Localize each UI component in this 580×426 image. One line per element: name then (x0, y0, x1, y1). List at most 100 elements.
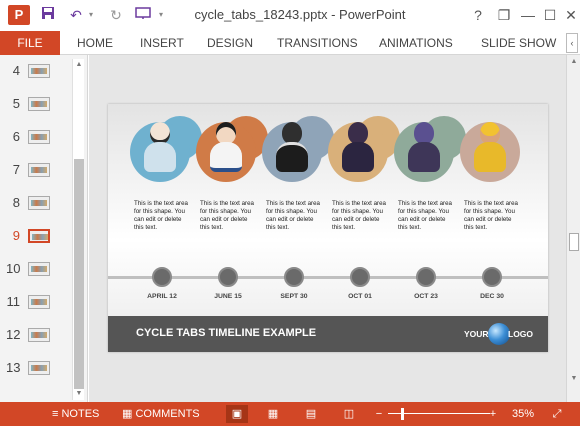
scrollbar-thumb[interactable] (74, 159, 84, 389)
reading-view-icon[interactable]: ▤ (300, 405, 322, 423)
maximize-icon[interactable]: ☐ (539, 5, 561, 25)
person-icon (144, 122, 176, 174)
thumbnail-scrollbar[interactable]: ▲ ▼ (72, 59, 84, 400)
scrollbar-thumb[interactable] (569, 233, 579, 251)
scroll-up-icon[interactable]: ▲ (73, 59, 85, 71)
logo-word-right: LOGO (508, 329, 534, 339)
timeline-dot (350, 267, 370, 287)
slide-number: 7 (12, 162, 20, 177)
window-title: cycle_tabs_18243.pptx - PowerPoint (194, 7, 406, 22)
slideshow-view-icon[interactable]: ◫ (338, 405, 360, 423)
slide-footer-title[interactable]: CYCLE TABS TIMELINE EXAMPLE (136, 327, 316, 339)
timeline-date[interactable]: JUNE 15 (198, 293, 258, 300)
slide-thumbnail-image (28, 196, 50, 210)
slot-text[interactable]: This is the text area for this shape. Yo… (134, 200, 190, 232)
editor-scrollbar[interactable]: ▲ ▼ (566, 55, 580, 402)
zoom-in-icon[interactable]: + (486, 405, 500, 423)
timeline-date[interactable]: APRIL 12 (132, 293, 192, 300)
zoom-slider-knob[interactable] (400, 408, 404, 420)
slot-text[interactable]: This is the text area for this shape. Yo… (200, 200, 256, 232)
slide-thumbnail-active[interactable]: 9 (0, 224, 72, 250)
powerpoint-logo-icon: P (8, 5, 30, 25)
slide-number: 10 (6, 261, 21, 276)
slot-text[interactable]: This is the text area for this shape. Yo… (266, 200, 322, 232)
slide-footer-band: CYCLE TABS TIMELINE EXAMPLE YOUR LOGO (108, 316, 548, 352)
tab-home[interactable]: HOME (77, 31, 113, 55)
timeline-dot (284, 267, 304, 287)
person-icon (342, 122, 374, 174)
tab-design[interactable]: DESIGN (207, 31, 253, 55)
timeline-date[interactable]: DEC 30 (462, 293, 522, 300)
redo-icon[interactable]: ↻ (108, 5, 124, 25)
save-icon[interactable] (40, 5, 56, 25)
slide-thumbnail[interactable]: 13 (0, 356, 72, 382)
scroll-up-icon[interactable]: ▲ (567, 55, 580, 69)
slide-thumbnail[interactable]: 11 (0, 290, 72, 316)
tab-transitions[interactable]: TRANSITIONS (277, 31, 358, 55)
slide-number: 11 (6, 294, 21, 309)
slide-thumbnail[interactable]: 6 (0, 125, 72, 151)
slide-thumbnail[interactable]: 10 (0, 257, 72, 283)
slide-thumbnail[interactable]: 4 (0, 59, 72, 85)
comments-button[interactable]: ▦ COMMENTS (122, 402, 200, 426)
scroll-down-icon[interactable]: ▼ (567, 372, 580, 386)
slide-number: 5 (12, 96, 20, 111)
close-icon[interactable]: ✕ (560, 5, 580, 25)
undo-dropdown-icon[interactable]: ▾ (86, 5, 96, 25)
globe-icon (488, 323, 510, 345)
your-logo[interactable]: YOUR LOGO (464, 323, 540, 345)
help-icon[interactable]: ? (467, 5, 489, 25)
ribbon-tabs: FILE HOME INSERT DESIGN TRANSITIONS ANIM… (0, 31, 580, 55)
notes-label: NOTES (61, 408, 100, 420)
slide-thumbnail-image (28, 295, 50, 309)
scroll-down-icon[interactable]: ▼ (73, 388, 85, 400)
slide-number: 13 (6, 360, 21, 375)
slot-text[interactable]: This is the text area for this shape. Yo… (332, 200, 388, 232)
status-bar: ≡ NOTES ▦ COMMENTS ▣ ▦ ▤ ◫ − + 35% ⤢ (0, 402, 580, 426)
slide-sorter-icon[interactable]: ▦ (262, 405, 284, 423)
zoom-level[interactable]: 35% (512, 402, 534, 426)
slide-number: 8 (12, 195, 20, 210)
zoom-out-icon[interactable]: − (372, 405, 386, 423)
slide-thumbnail[interactable]: 12 (0, 323, 72, 349)
slide-thumbnail-panel: 4 5 6 7 8 9 10 11 12 13 ▲ ▼ (0, 55, 88, 402)
slideshow-start-icon[interactable] (134, 5, 152, 25)
slide-editor: This is the text area for this shape. Yo… (89, 55, 580, 402)
tab-file[interactable]: FILE (0, 31, 60, 55)
slide-number: 4 (12, 63, 20, 78)
tab-insert[interactable]: INSERT (140, 31, 184, 55)
tab-animations[interactable]: ANIMATIONS (379, 31, 453, 55)
customize-quick-access-icon[interactable]: ▾ (156, 5, 166, 25)
slide-number: 9 (12, 228, 20, 243)
normal-view-icon[interactable]: ▣ (226, 405, 248, 423)
notes-icon: ≡ (52, 408, 59, 420)
undo-icon[interactable]: ↶ (68, 5, 84, 25)
timeline-dot (218, 267, 238, 287)
timeline-dot (482, 267, 502, 287)
slide-thumbnail[interactable]: 7 (0, 158, 72, 184)
current-slide[interactable]: This is the text area for this shape. Yo… (108, 104, 548, 352)
fit-to-window-icon[interactable]: ⤢ (546, 405, 568, 423)
tab-slide-show[interactable]: SLIDE SHOW (481, 31, 556, 55)
slide-thumbnail-image (28, 163, 50, 177)
person-icon (276, 122, 308, 174)
ribbon-scroll-icon[interactable]: ‹ (566, 33, 578, 53)
slide-thumbnail[interactable]: 8 (0, 191, 72, 217)
person-icon (210, 122, 242, 174)
timeline-date[interactable]: SEPT 30 (264, 293, 324, 300)
minimize-icon[interactable]: — (517, 5, 539, 25)
slot-text[interactable]: This is the text area for this shape. Yo… (398, 200, 454, 232)
slide-thumbnail-image (28, 130, 50, 144)
slot-text[interactable]: This is the text area for this shape. Yo… (464, 200, 520, 232)
comments-label: COMMENTS (135, 408, 200, 420)
ribbon-display-options-icon[interactable]: ❐ (493, 5, 515, 25)
timeline-date[interactable]: OCT 23 (396, 293, 456, 300)
timeline-date[interactable]: OCT 01 (330, 293, 390, 300)
notes-button[interactable]: ≡ NOTES (52, 402, 99, 426)
person-icon (408, 122, 440, 174)
slide-thumbnail-image (28, 262, 50, 276)
slide-thumbnail-image (28, 64, 50, 78)
powerpoint-window: P ↶ ▾ ↻ ▾ cycle_tabs_18243.pptx - PowerP… (0, 0, 580, 426)
slide-thumbnail-image (28, 97, 50, 111)
slide-thumbnail[interactable]: 5 (0, 92, 72, 118)
